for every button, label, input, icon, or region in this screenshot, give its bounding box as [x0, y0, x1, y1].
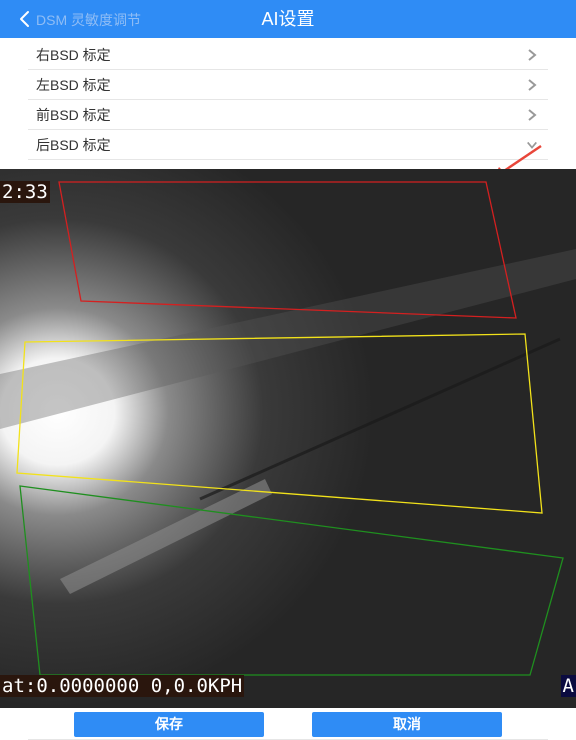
list-item-right-bsd[interactable]: 右BSD 标定	[28, 40, 548, 70]
calibration-list: 右BSD 标定 左BSD 标定 前BSD 标定 后BSD 标定	[28, 40, 548, 160]
page-title: AI设置	[261, 9, 315, 29]
list-item-label: 后BSD 标定	[36, 137, 111, 153]
list-item-label: 右BSD 标定	[36, 47, 111, 63]
list-item-rear-bsd[interactable]: 后BSD 标定	[28, 130, 548, 160]
list-item-left-bsd[interactable]: 左BSD 标定	[28, 70, 548, 100]
right-overlay: A	[560, 675, 576, 697]
chevron-right-icon	[528, 109, 537, 121]
chevron-right-icon	[528, 79, 537, 91]
gps-speed-overlay: at:0.0000000 0,0.0KPH	[0, 675, 245, 697]
save-button[interactable]: 保存	[74, 712, 264, 737]
chevron-right-icon	[528, 49, 537, 61]
list-item-label: 前BSD 标定	[36, 107, 111, 123]
list-item-front-bsd[interactable]: 前BSD 标定	[28, 100, 548, 130]
footer-bar: 保存 取消	[0, 708, 576, 740]
app-header: DSM 灵敏度调节 AI设置	[0, 0, 576, 38]
list-item-label: 左BSD 标定	[36, 77, 111, 93]
cancel-button[interactable]: 取消	[312, 712, 502, 737]
camera-view[interactable]: 2:33 at:0.0000000 0,0.0KPH A	[0, 169, 576, 708]
time-overlay: 2:33	[0, 181, 50, 203]
camera-image	[0, 169, 576, 708]
